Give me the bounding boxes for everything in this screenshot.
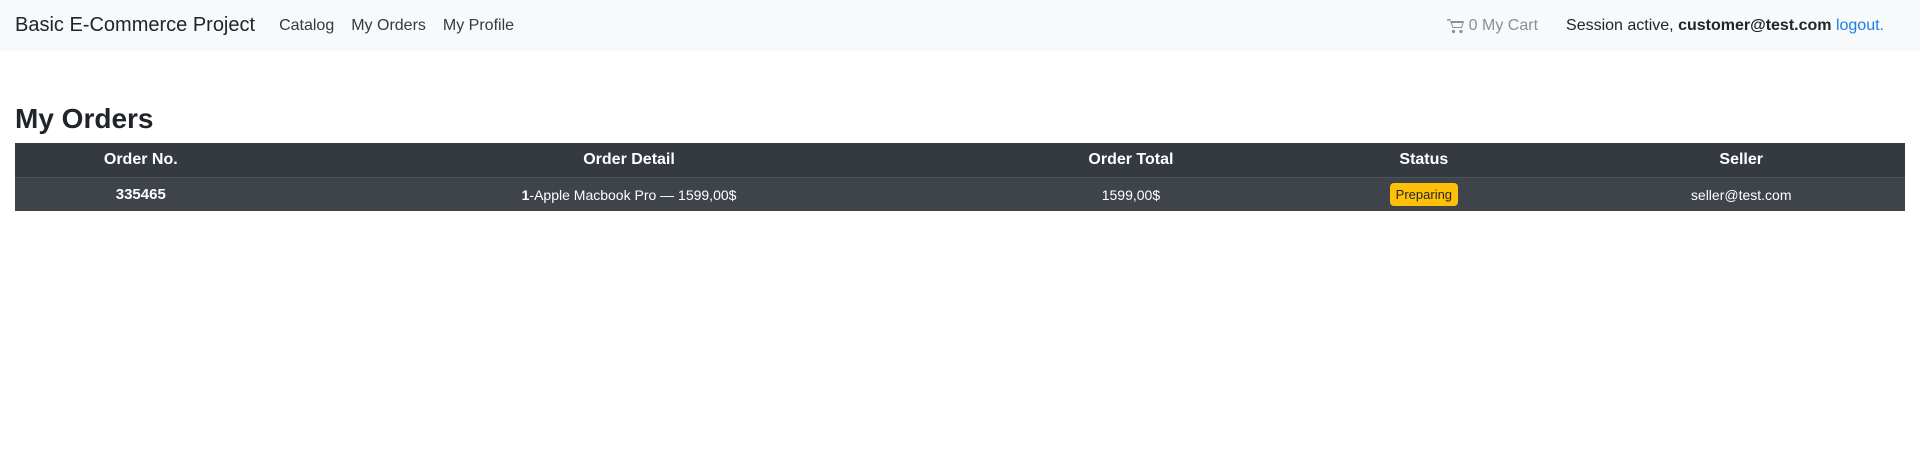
status-badge: Preparing: [1389, 183, 1459, 206]
cell-order-detail: 1-Apple Macbook Pro — 1599,00$: [266, 177, 992, 211]
header-order-detail: Order Detail: [266, 143, 992, 178]
nav-link-catalog[interactable]: Catalog: [279, 17, 334, 35]
top-navbar: Basic E-Commerce Project Catalog My Orde…: [0, 0, 1920, 51]
session-email: customer@test.com: [1678, 16, 1832, 34]
table-header-row: Order No. Order Detail Order Total Statu…: [15, 143, 1905, 178]
header-seller: Seller: [1577, 143, 1905, 178]
cell-seller: seller@test.com: [1577, 177, 1905, 211]
orders-table: Order No. Order Detail Order Total Statu…: [15, 143, 1905, 211]
cell-order-no: 335465: [15, 177, 267, 211]
brand-link[interactable]: Basic E-Commerce Project: [15, 14, 255, 37]
page-title: My Orders: [15, 103, 154, 134]
header-status: Status: [1270, 143, 1578, 178]
cell-status: Preparing: [1270, 177, 1578, 211]
session-prefix: Session active,: [1566, 16, 1674, 34]
order-item-text: -Apple Macbook Pro — 1599,00$: [529, 186, 737, 203]
nav-link-my-orders[interactable]: My Orders: [351, 17, 426, 35]
header-order-no: Order No.: [15, 143, 267, 178]
header-order-total: Order Total: [991, 143, 1271, 178]
cart-count: 0: [1468, 16, 1478, 34]
nav-link-my-profile[interactable]: My Profile: [443, 17, 514, 35]
session-info: Session active, customer@test.com logout…: [1566, 17, 1884, 35]
cart-link[interactable]: 0 My Cart: [1446, 16, 1539, 35]
cart-label: My Cart: [1482, 16, 1539, 34]
table-row: 335465 1-Apple Macbook Pro — 1599,00$ 15…: [15, 177, 1905, 211]
logout-link[interactable]: logout.: [1836, 17, 1884, 34]
cart-icon: [1446, 18, 1464, 33]
cell-order-total: 1599,00$: [991, 177, 1271, 211]
